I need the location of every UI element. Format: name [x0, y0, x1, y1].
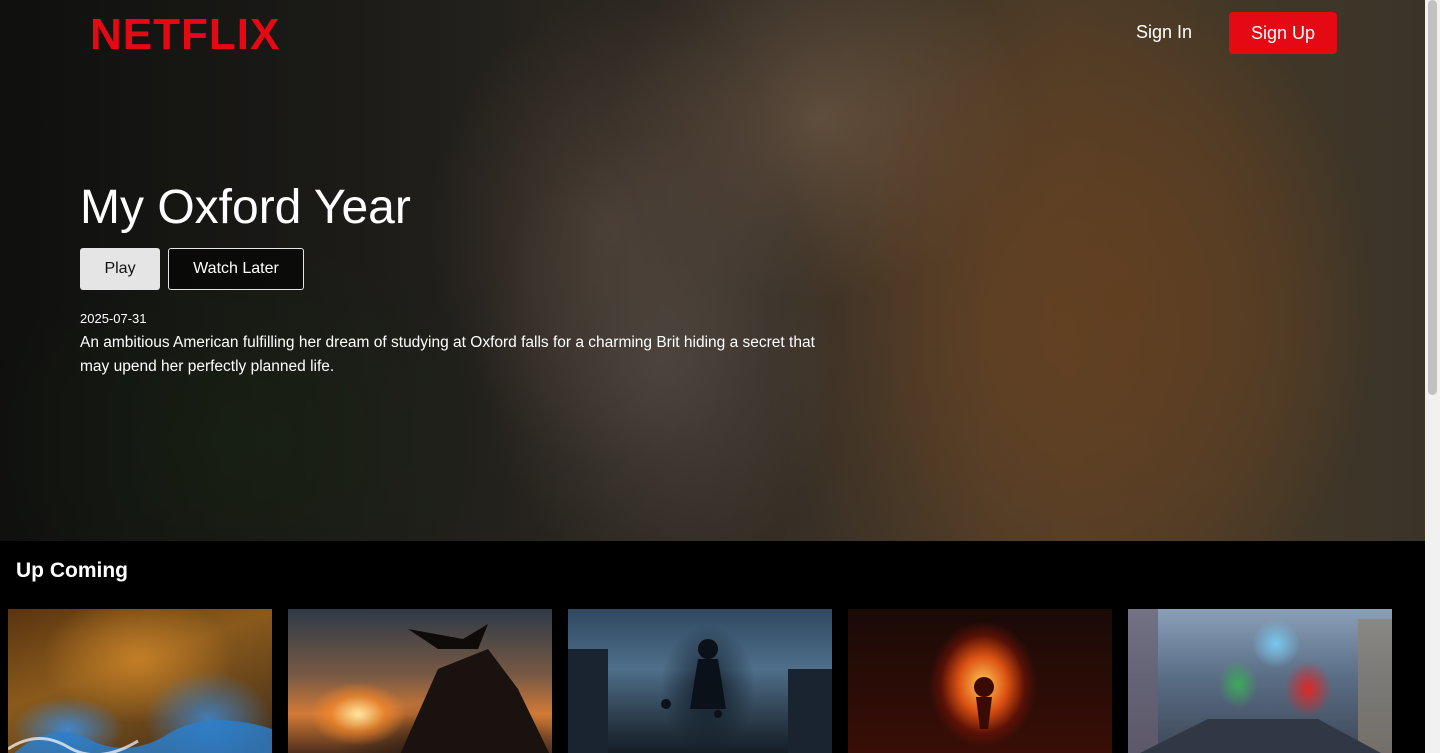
- poster-fire-figure-art: [974, 677, 994, 729]
- poster-dragon-cliff-art: [400, 624, 550, 753]
- poster-anime-wave-art: [8, 720, 272, 753]
- poster-dragon-cliff[interactable]: [288, 609, 552, 753]
- scrollbar-thumb[interactable]: [1428, 0, 1437, 395]
- hero-description: An ambitious American fulfilling her dre…: [80, 334, 815, 375]
- poster-fire-figure[interactable]: [848, 609, 1112, 753]
- sign-in-link[interactable]: Sign In: [1136, 22, 1192, 43]
- hero-title: My Oxford Year: [80, 181, 411, 234]
- sign-up-button[interactable]: Sign Up: [1229, 12, 1337, 54]
- poster-running-kids-art: [568, 639, 832, 753]
- poster-running-kids[interactable]: [568, 609, 832, 753]
- hero-banner: NETFLIX Sign In Sign Up My Oxford Year P…: [0, 0, 1425, 541]
- watch-later-button[interactable]: Watch Later: [168, 248, 304, 290]
- poster-anime-wave[interactable]: [8, 609, 272, 753]
- upcoming-section-title: Up Coming: [16, 559, 128, 582]
- play-button[interactable]: Play: [80, 248, 160, 290]
- upcoming-poster-row: [8, 609, 1408, 753]
- poster-smurfs-scooter[interactable]: [1128, 609, 1392, 753]
- netflix-logo[interactable]: NETFLIX: [90, 10, 280, 60]
- release-date: 2025-07-31: [80, 311, 147, 326]
- poster-smurfs-scooter-art: [1128, 609, 1392, 753]
